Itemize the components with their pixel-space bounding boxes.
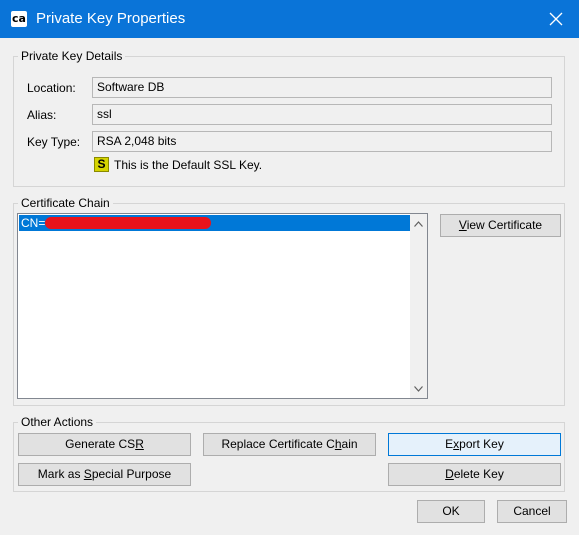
certificate-chain-list[interactable]: CN= xyxy=(17,213,428,399)
mark-special-purpose-button[interactable]: Mark as Special Purpose xyxy=(18,463,191,486)
group-title-chain: Certificate Chain xyxy=(18,195,113,211)
delete-key-button[interactable]: Delete Key xyxy=(388,463,561,486)
ca-logo-icon: ca xyxy=(11,11,27,27)
mnemonic: S xyxy=(83,467,92,481)
window-title: Private Key Properties xyxy=(36,10,186,27)
key-type-label: Key Type: xyxy=(27,135,81,149)
certificate-subject: CN= xyxy=(21,216,46,230)
view-certificate-button[interactable]: View Certificate xyxy=(440,214,561,237)
scroll-up-button[interactable] xyxy=(410,215,427,232)
ok-button[interactable]: OK xyxy=(417,500,485,523)
default-ssl-note: This is the Default SSL Key. xyxy=(114,158,263,172)
alias-label: Alias: xyxy=(27,108,57,122)
default-ssl-icon: S xyxy=(94,157,109,172)
location-label: Location: xyxy=(27,81,76,95)
chevron-down-icon xyxy=(414,385,423,392)
cancel-button[interactable]: Cancel xyxy=(497,500,567,523)
button-label: E xyxy=(445,437,454,451)
location-field[interactable]: Software DB xyxy=(92,77,552,98)
title-bar[interactable]: ca Private Key Properties xyxy=(0,0,579,38)
button-label: pecial Purpose xyxy=(91,467,172,481)
replace-certificate-chain-button[interactable]: Replace Certificate Chain xyxy=(203,433,376,456)
button-label: iew Certificate xyxy=(466,218,543,232)
mnemonic: R xyxy=(135,437,144,451)
mnemonic: D xyxy=(445,467,454,481)
button-label: Replace Certificate C xyxy=(221,437,335,451)
button-label: ain xyxy=(341,437,358,451)
button-label: elete Key xyxy=(453,467,504,481)
button-label: Generate CS xyxy=(65,437,136,451)
generate-csr-button[interactable]: Generate CSR xyxy=(18,433,191,456)
mnemonic: V xyxy=(458,218,467,232)
group-title-actions: Other Actions xyxy=(18,414,97,430)
private-key-properties-dialog: ca Private Key Properties Private Key De… xyxy=(0,0,579,535)
button-label: port Key xyxy=(459,437,504,451)
vertical-scrollbar[interactable] xyxy=(410,214,427,398)
mnemonic: h xyxy=(334,437,342,451)
group-title-details: Private Key Details xyxy=(18,48,126,64)
export-key-button[interactable]: Export Key xyxy=(388,433,561,456)
button-label: Mark as xyxy=(37,467,84,481)
chevron-up-icon xyxy=(414,220,423,227)
scroll-down-button[interactable] xyxy=(410,380,427,397)
alias-field[interactable]: ssl xyxy=(92,104,552,125)
redaction-mark xyxy=(45,217,211,229)
key-type-field[interactable]: RSA 2,048 bits xyxy=(92,131,552,152)
list-item[interactable]: CN= xyxy=(19,215,410,231)
close-icon xyxy=(549,12,563,26)
close-button[interactable] xyxy=(533,0,579,38)
